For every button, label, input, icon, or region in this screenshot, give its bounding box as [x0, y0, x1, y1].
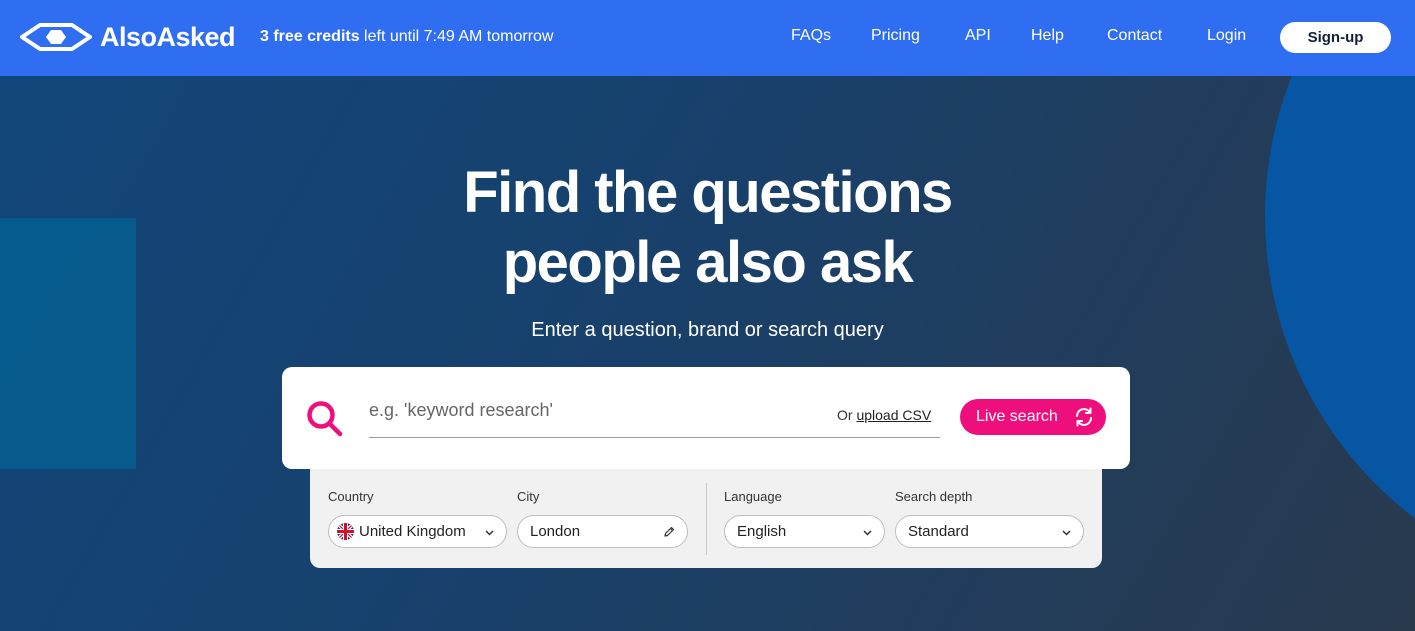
city-value: London [530, 523, 581, 540]
nav-link-api[interactable]: API [965, 27, 991, 45]
uk-flag-icon [337, 523, 354, 540]
search-input[interactable] [369, 393, 829, 427]
live-search-button[interactable]: Live search [960, 399, 1106, 435]
top-nav-bar: AlsoAsked 3 free credits left until 7:49… [0, 0, 1415, 76]
search-depth-value: Standard [908, 523, 969, 540]
chevron-down-icon [863, 530, 872, 536]
credits-expiry: left until 7:49 AM tomorrow [359, 28, 554, 45]
logo[interactable]: AlsoAsked [20, 21, 236, 53]
nav-link-faqs[interactable]: FAQs [791, 27, 831, 45]
refresh-icon [1076, 407, 1092, 427]
live-search-label: Live search [976, 408, 1058, 425]
language-label: Language [724, 489, 782, 504]
pencil-icon [664, 526, 675, 537]
credits-notice: 3 free credits left until 7:49 AM tomorr… [260, 28, 553, 46]
signup-button[interactable]: Sign-up [1280, 22, 1391, 53]
or-label: Or [837, 407, 857, 423]
credits-count: 3 free credits [260, 28, 360, 45]
chevron-down-icon [485, 530, 494, 536]
hero-section: Find the questions people also ask Enter… [0, 76, 1415, 631]
country-value: United Kingdom [359, 523, 466, 540]
hero-title-line-1: Find the questions [463, 160, 953, 225]
options-divider [706, 483, 707, 555]
nav-link-pricing[interactable]: Pricing [871, 27, 920, 45]
country-label: Country [328, 489, 374, 504]
hero-subtitle: Enter a question, brand or search query [531, 319, 884, 341]
search-depth-select[interactable]: Standard [895, 515, 1084, 548]
city-label: City [517, 489, 540, 504]
hero-title-line-2: people also ask [502, 230, 914, 295]
search-card: Or upload CSV Live search [282, 367, 1130, 469]
chevron-down-icon [1062, 530, 1071, 536]
upload-csv-prompt: Or upload CSV [837, 407, 931, 423]
logo-text: AlsoAsked [100, 21, 236, 52]
nav-link-contact[interactable]: Contact [1107, 27, 1162, 45]
country-select[interactable]: United Kingdom [328, 515, 507, 548]
search-icon [307, 401, 343, 437]
nav-link-login[interactable]: Login [1207, 27, 1246, 45]
search-input-underline [369, 437, 940, 438]
logo-icon [20, 23, 92, 51]
language-select[interactable]: English [724, 515, 885, 548]
city-field[interactable]: London [517, 515, 688, 548]
upload-csv-link[interactable]: upload CSV [856, 407, 931, 423]
search-options-panel: Country United Kingdom City London Langu… [310, 469, 1102, 568]
search-depth-label: Search depth [895, 489, 973, 504]
nav-link-help[interactable]: Help [1031, 27, 1064, 45]
language-value: English [737, 523, 787, 540]
